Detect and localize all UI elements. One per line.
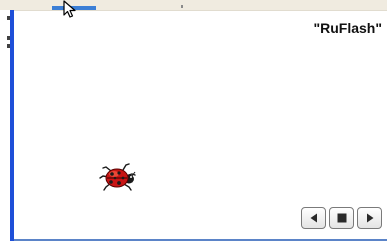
stage-frame-border — [10, 10, 14, 241]
triangle-left-icon — [310, 213, 317, 223]
window-top-strip — [0, 0, 387, 11]
stage-title: "RuFlash" — [313, 20, 382, 36]
flash-player-window: "RuFlash" — [0, 0, 387, 241]
rewind-button[interactable] — [301, 207, 326, 229]
divider-tick — [181, 5, 183, 8]
stop-button[interactable] — [329, 207, 354, 229]
player-controls — [301, 207, 382, 229]
mouse-pointer-icon — [63, 0, 76, 18]
square-stop-icon — [337, 213, 346, 223]
triangle-right-icon — [366, 213, 373, 223]
left-window-edge — [0, 10, 10, 241]
ladybug-icon[interactable] — [99, 159, 137, 195]
play-button[interactable] — [357, 207, 382, 229]
